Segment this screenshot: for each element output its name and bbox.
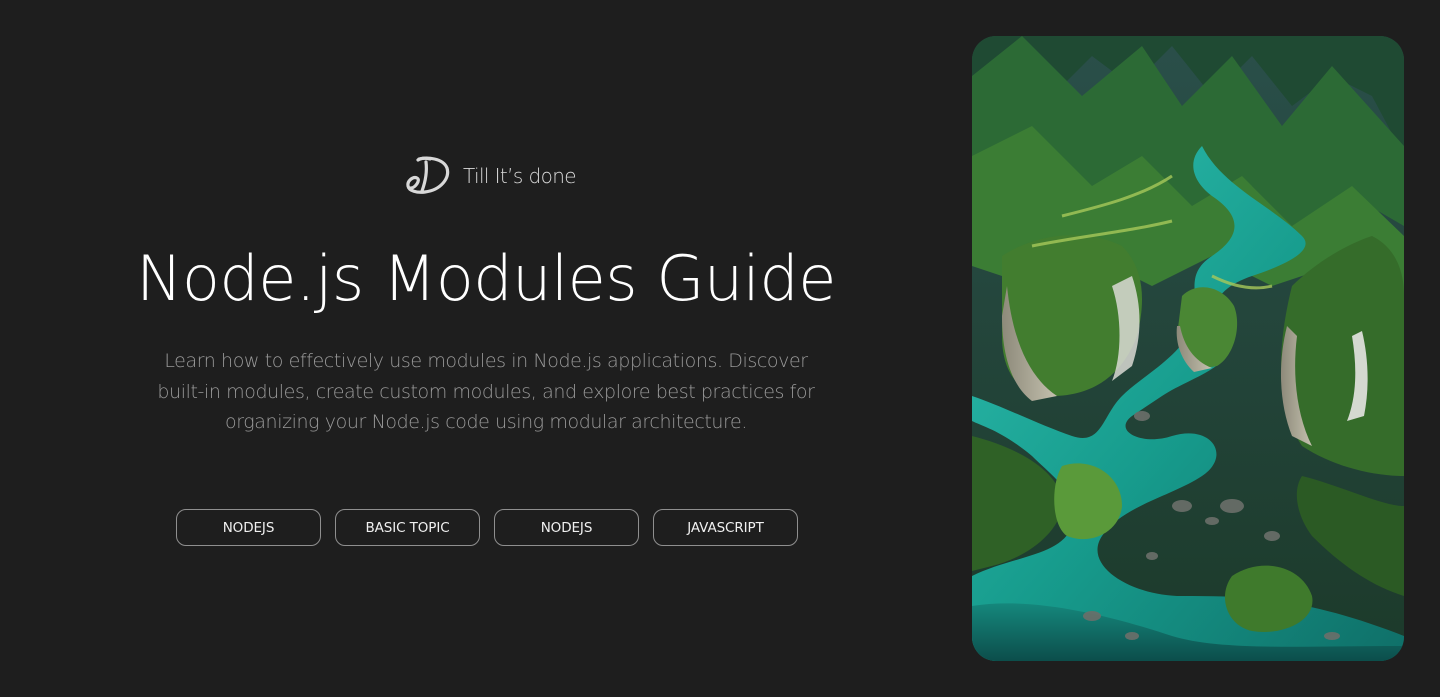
tag-nodejs[interactable]: NODEJS xyxy=(176,509,321,546)
tag-javascript[interactable]: JAVASCRIPT xyxy=(653,509,798,546)
tag-list: NODEJS BASIC TOPIC NODEJS JAVASCRIPT xyxy=(176,509,798,546)
tag-basic-topic[interactable]: BASIC TOPIC xyxy=(335,509,480,546)
page-title: Node.js Modules Guide xyxy=(136,242,836,315)
page: Till It’s done Node.js Modules Guide Lea… xyxy=(0,0,1440,697)
intro-section: Till It’s done Node.js Modules Guide Lea… xyxy=(0,0,972,697)
page-description: Learn how to effectively use modules in … xyxy=(157,350,815,433)
stylized-d-logo-icon xyxy=(406,156,450,194)
landscape-illustration xyxy=(972,36,1404,661)
hero-image xyxy=(972,36,1404,661)
brand-name: Till It’s done xyxy=(463,164,577,188)
brand[interactable]: Till It’s done xyxy=(405,154,577,198)
tag-nodejs-2[interactable]: NODEJS xyxy=(494,509,639,546)
